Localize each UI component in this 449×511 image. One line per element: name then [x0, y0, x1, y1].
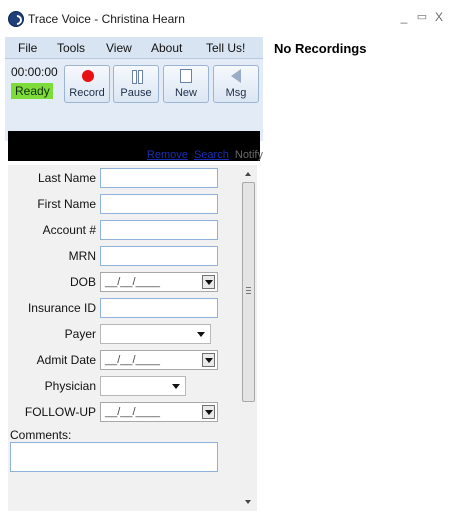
- window-title: Trace Voice - Christina Hearn: [28, 12, 185, 26]
- last-name-field[interactable]: [100, 168, 218, 188]
- new-document-icon: [180, 69, 192, 83]
- record-icon: [82, 70, 94, 82]
- mrn-label: MRN: [68, 249, 96, 263]
- chevron-down-icon: [197, 332, 205, 337]
- scroll-down-icon[interactable]: [245, 500, 251, 504]
- recorder-controls: 00:00:00 Ready Record Pause New Msg: [5, 59, 263, 161]
- recordings-empty-message: No Recordings: [274, 41, 367, 56]
- scrollbar-thumb[interactable]: [242, 182, 255, 402]
- pause-icon: [131, 70, 143, 84]
- close-button[interactable]: X: [431, 9, 447, 25]
- last-name-label: Last Name: [37, 171, 96, 185]
- notify-link[interactable]: Notify: [235, 149, 263, 161]
- recording-timer: 00:00:00: [11, 65, 58, 79]
- menu-bar: File Tools View About Tell Us!: [5, 37, 263, 59]
- grip-icon: [246, 287, 251, 294]
- physician-label: Physician: [44, 379, 96, 393]
- remove-link[interactable]: Remove: [147, 149, 188, 161]
- chevron-down-icon[interactable]: [202, 353, 215, 367]
- insurance-id-field[interactable]: [100, 298, 218, 318]
- chevron-down-icon[interactable]: [202, 405, 215, 419]
- comments-textarea[interactable]: [10, 442, 218, 472]
- speaker-icon: [231, 69, 241, 83]
- physician-select[interactable]: [100, 376, 186, 396]
- mrn-field[interactable]: [100, 246, 218, 266]
- action-links: Remove Search Notify: [5, 149, 263, 163]
- account-label: Account #: [42, 223, 96, 237]
- form-scrollbar[interactable]: [240, 165, 257, 511]
- new-button[interactable]: New: [163, 65, 209, 103]
- admit-date-picker[interactable]: __/__/____: [100, 350, 218, 370]
- dob-label: DOB: [69, 275, 96, 289]
- follow-up-value: __/__/____: [105, 406, 161, 418]
- chevron-down-icon: [172, 384, 180, 389]
- admit-date-label: Admit Date: [36, 353, 96, 367]
- dob-value: __/__/____: [105, 276, 161, 288]
- pause-button[interactable]: Pause: [113, 65, 159, 103]
- status-badge: Ready: [11, 83, 53, 99]
- chevron-down-icon[interactable]: [202, 275, 215, 289]
- msg-button[interactable]: Msg: [213, 65, 259, 103]
- follow-up-date-picker[interactable]: __/__/____: [100, 402, 218, 422]
- menu-tell-us[interactable]: Tell Us!: [206, 41, 245, 55]
- msg-label: Msg: [225, 87, 247, 99]
- follow-up-label: FOLLOW-UP: [24, 405, 96, 419]
- menu-file[interactable]: File: [18, 41, 37, 55]
- account-field[interactable]: [100, 220, 218, 240]
- pause-label: Pause: [120, 87, 152, 99]
- minimize-button[interactable]: _: [396, 9, 412, 25]
- maximize-button[interactable]: ▭: [414, 9, 430, 25]
- new-label: New: [174, 87, 197, 99]
- insurance-id-label: Insurance ID: [27, 301, 96, 315]
- scroll-up-icon[interactable]: [245, 172, 251, 176]
- menu-tools[interactable]: Tools: [57, 41, 85, 55]
- dob-date-picker[interactable]: __/__/____: [100, 272, 218, 292]
- record-button[interactable]: Record: [64, 65, 110, 103]
- search-link[interactable]: Search: [194, 149, 229, 161]
- recorder-panel: File Tools View About Tell Us! 00:00:00 …: [5, 37, 263, 511]
- admit-date-value: __/__/____: [105, 354, 161, 366]
- record-label: Record: [69, 87, 105, 99]
- payer-label: Payer: [64, 327, 96, 341]
- payer-select[interactable]: [100, 324, 211, 344]
- comments-label: Comments:: [10, 428, 72, 442]
- menu-view[interactable]: View: [106, 41, 132, 55]
- menu-about[interactable]: About: [151, 41, 182, 55]
- patient-form: Last Name First Name Account # MRN DOB _…: [8, 165, 240, 511]
- first-name-label: First Name: [37, 197, 96, 211]
- title-bar: Trace Voice - Christina Hearn _ ▭ X: [0, 0, 449, 36]
- first-name-field[interactable]: [100, 194, 218, 214]
- app-logo-icon: [8, 11, 24, 27]
